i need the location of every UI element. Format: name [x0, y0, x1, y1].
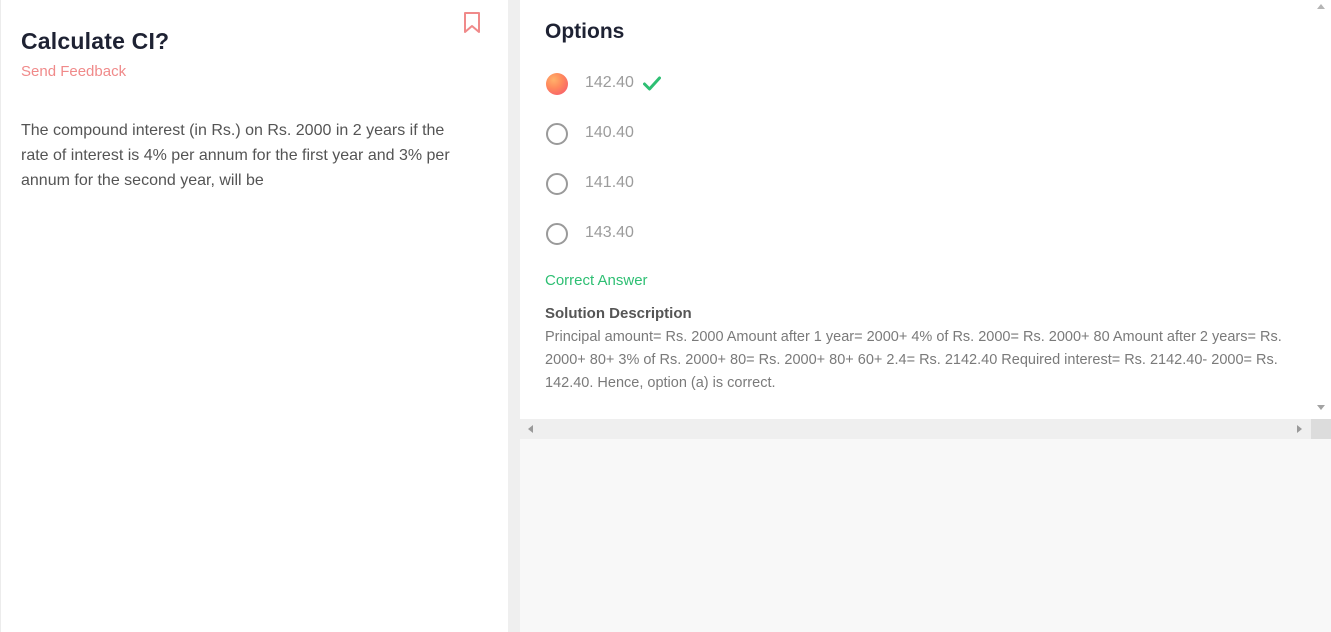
question-text: The compound interest (in Rs.) on Rs. 20…	[21, 122, 450, 189]
solution-text: Principal amount= Rs. 2000 Amount after …	[545, 329, 1282, 391]
scroll-right-arrow-icon[interactable]	[1297, 425, 1302, 433]
horizontal-scrollbar[interactable]	[520, 419, 1311, 439]
option-label: 140.40	[585, 124, 634, 141]
question-panel: Calculate CI? Send Feedback The compound…	[0, 0, 508, 632]
solution-title: Solution Description	[545, 305, 692, 322]
scroll-down-arrow-icon[interactable]	[1317, 405, 1325, 410]
options-heading: Options	[545, 20, 625, 43]
option-label: 143.40	[585, 224, 634, 241]
scrollbar-corner	[1311, 419, 1331, 439]
option-d[interactable]: 143.40	[546, 222, 846, 248]
option-label: 142.40	[585, 74, 634, 91]
bookmark-icon[interactable]	[462, 11, 482, 35]
option-label: 141.40	[585, 174, 634, 191]
radio-button[interactable]	[546, 173, 568, 195]
options-panel: Options 142.40 140.40 141.40 143.40 Corr…	[520, 0, 1311, 419]
radio-button[interactable]	[546, 123, 568, 145]
check-icon	[643, 76, 661, 91]
panel-divider	[508, 0, 520, 632]
option-c[interactable]: 141.40	[546, 172, 846, 198]
option-b[interactable]: 140.40	[546, 122, 846, 148]
send-feedback-link[interactable]: Send Feedback	[21, 63, 126, 80]
question-title: Calculate CI?	[21, 28, 170, 54]
scroll-up-arrow-icon[interactable]	[1317, 4, 1325, 9]
radio-button[interactable]	[546, 223, 568, 245]
radio-selected[interactable]	[546, 73, 568, 95]
option-a[interactable]: 142.40	[546, 72, 846, 98]
vertical-scrollbar[interactable]	[1311, 0, 1331, 419]
correct-answer-label: Correct Answer	[545, 272, 648, 289]
scroll-left-arrow-icon[interactable]	[528, 425, 533, 433]
